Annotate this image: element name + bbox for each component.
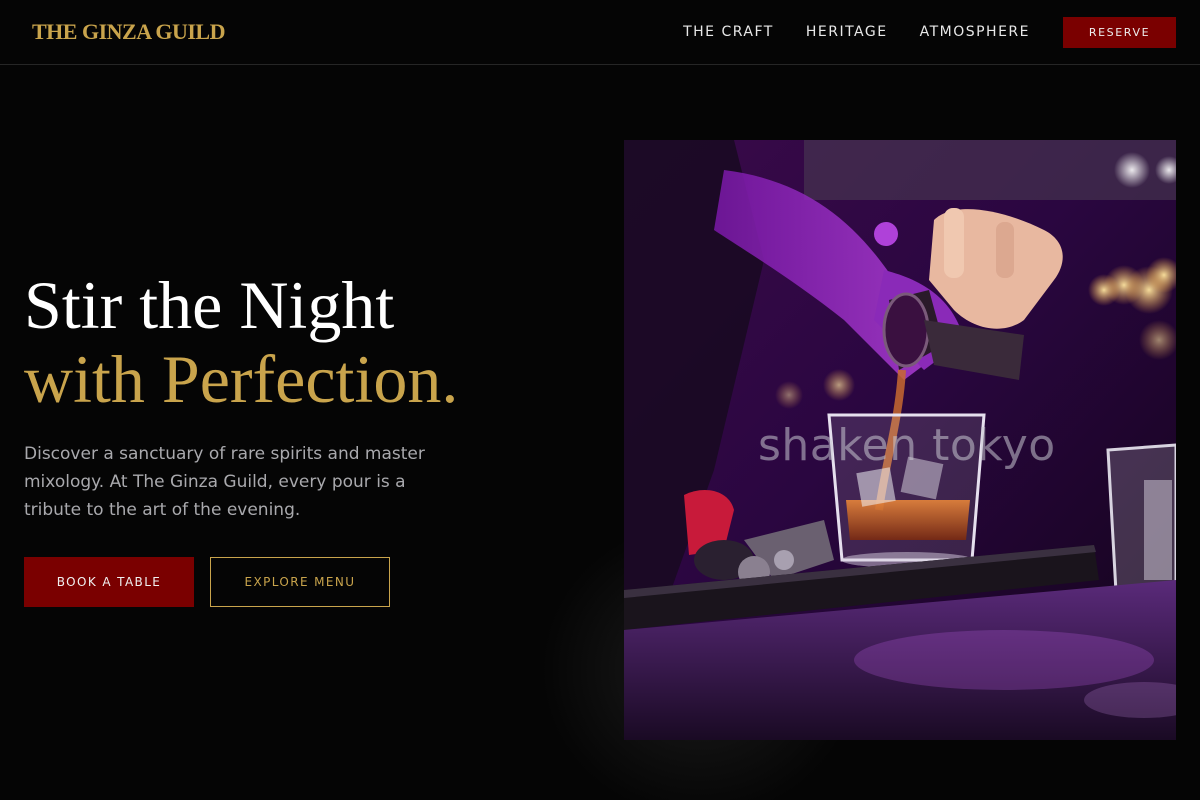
nav-link-atmosphere[interactable]: ATMOSPHERE [920,24,1030,40]
hero-title: Stir the Night with Perfection. [24,268,458,416]
hero-title-line-2: with Perfection. [24,341,459,417]
explore-menu-button[interactable]: EXPLORE MENU [210,557,390,607]
hero-description: Discover a sanctuary of rare spirits and… [24,444,425,520]
site-header: THE GINZA GUILD THE CRAFT HERITAGE ATMOS… [0,0,1200,65]
image-watermark: shaken tokyo [758,420,1056,471]
hero-image: shaken tokyo [624,140,1176,740]
page: THE GINZA GUILD THE CRAFT HERITAGE ATMOS… [0,0,1200,800]
reserve-button[interactable]: RESERVE [1063,16,1176,48]
site-logo[interactable]: THE GINZA GUILD [32,19,226,45]
hero-title-line-1: Stir the Night [24,267,395,343]
nav-link-heritage[interactable]: HERITAGE [806,24,888,40]
nav-link-the-craft[interactable]: THE CRAFT [683,24,774,40]
book-table-button[interactable]: BOOK A TABLE [24,557,194,607]
main-nav: THE CRAFT HERITAGE ATMOSPHERE RESERVE [683,0,1176,64]
